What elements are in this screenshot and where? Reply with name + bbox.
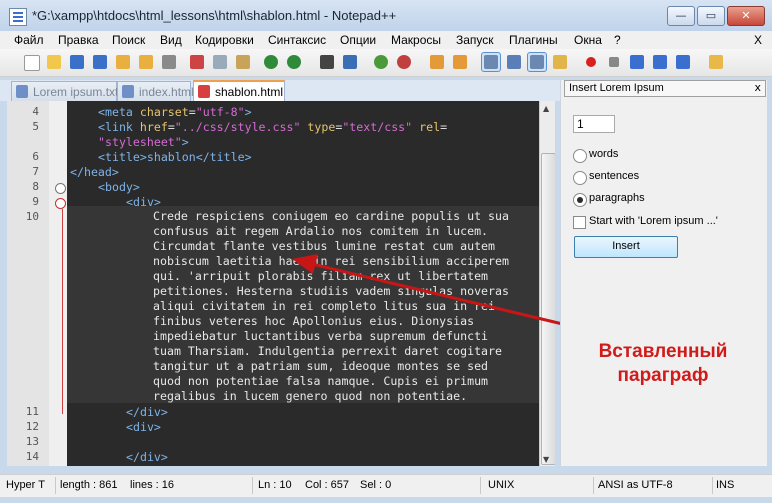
insert-button[interactable]: Insert: [574, 236, 678, 258]
insert-lorem-ipsum-panel: Insert Lorem Ipsum x 1 words sentences p…: [560, 80, 767, 466]
status-selection: Sel : 0: [360, 479, 392, 491]
words-radio[interactable]: [573, 149, 587, 163]
status-length: length : 861: [60, 479, 118, 491]
status-separator: [252, 477, 253, 494]
words-label: words: [589, 148, 619, 160]
start-with-lorem-checkbox[interactable]: [573, 216, 586, 229]
annotation-line-2: параграф: [617, 365, 709, 386]
status-separator: [593, 477, 594, 494]
status-encoding: ANSI as UTF-8: [598, 479, 673, 491]
paragraphs-label: paragraphs: [589, 192, 645, 204]
panel-close-icon[interactable]: x: [754, 81, 761, 94]
status-eol: UNIX: [488, 479, 515, 491]
paragraphs-radio[interactable]: [573, 193, 587, 207]
panel-title: Insert Lorem Ipsum: [569, 82, 664, 94]
panel-header: Insert Lorem Ipsum x: [564, 80, 766, 97]
status-insert-mode: INS: [716, 479, 735, 491]
status-separator: [712, 477, 713, 494]
sentences-label: sentences: [589, 170, 640, 182]
count-input[interactable]: 1: [573, 115, 615, 133]
status-separator: [480, 477, 481, 494]
annotation-text: Вставленный параграф: [560, 340, 766, 388]
annotation-line-1: Вставленный: [598, 341, 728, 362]
start-with-lorem-label: Start with 'Lorem ipsum ...': [589, 215, 718, 227]
status-filetype: Hyper T: [6, 479, 45, 491]
status-column: Col : 657: [305, 479, 350, 491]
status-bar: Hyper T length : 861 lines : 16 Ln : 10 …: [0, 474, 772, 497]
sentences-radio[interactable]: [573, 171, 587, 185]
status-lines: lines : 16: [130, 479, 175, 491]
status-separator: [55, 477, 56, 494]
status-line: Ln : 10: [258, 479, 292, 491]
